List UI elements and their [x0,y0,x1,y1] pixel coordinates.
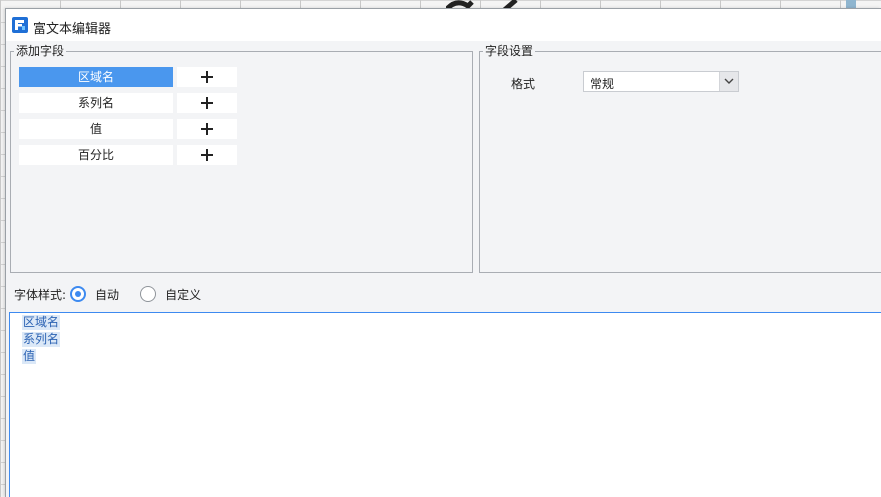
field-item-value[interactable]: 值 [19,119,173,139]
field-row-region: 区域名 [19,67,237,87]
font-style-auto-label[interactable]: 自动 [95,286,119,303]
font-style-label: 字体样式: [14,287,67,302]
field-settings-legend: 字段设置 [483,44,536,58]
field-row-value: 值 [19,119,237,139]
field-row-series: 系列名 [19,93,237,113]
rich-text-editor-area[interactable]: 区域名 系列名 值 [9,312,881,497]
add-series-button[interactable] [177,93,237,113]
format-select-value: 常规 [590,77,615,91]
field-settings-group: 字段设置 格式 常规 [479,44,881,273]
add-fields-legend: 添加字段 [14,44,67,58]
title-bar[interactable]: 富文本编辑器 [6,9,881,41]
field-row-percent: 百分比 [19,145,237,165]
editor-tag-value[interactable]: 值 [22,349,37,364]
add-region-button[interactable] [177,67,237,87]
window-title: 富文本编辑器 [33,22,112,37]
font-style-custom-radio[interactable] [140,286,157,302]
field-item-series[interactable]: 系列名 [19,93,173,113]
editor-tag-series[interactable]: 系列名 [22,332,61,347]
field-item-percent[interactable]: 百分比 [19,145,173,165]
format-dropdown-button[interactable] [719,72,738,91]
add-value-button[interactable] [177,119,237,139]
font-style-custom-label[interactable]: 自定义 [165,286,201,303]
rich-text-editor-dialog: 富文本编辑器 添加字段 区域名 系列名 值 百分比 字段设置 格式 常规 字体样… [5,8,881,497]
add-percent-button[interactable] [177,145,237,165]
font-style-auto-radio[interactable] [70,286,87,302]
field-item-region[interactable]: 区域名 [19,67,173,87]
editor-tag-region[interactable]: 区域名 [22,315,61,330]
format-select[interactable]: 常规 [583,71,739,92]
add-fields-group: 添加字段 区域名 系列名 值 百分比 [10,44,473,273]
format-label: 格式 [511,77,536,91]
font-style-row: 字体样式: 自动 自定义 [14,285,222,303]
app-logo-icon [12,17,28,33]
chevron-down-icon [724,78,734,84]
